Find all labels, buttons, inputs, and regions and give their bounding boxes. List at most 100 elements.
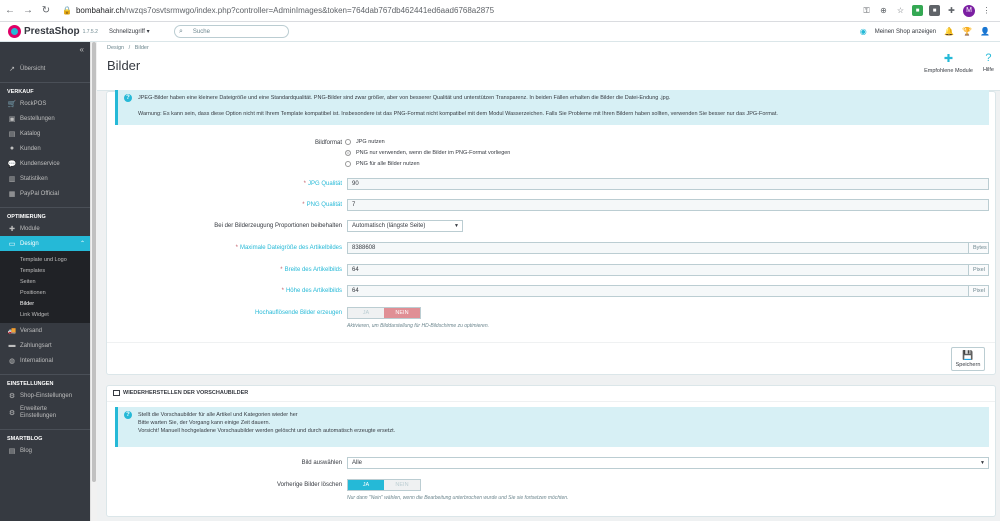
key-icon[interactable]: ⚿ — [861, 5, 872, 16]
recommended-modules-button[interactable]: ✚ Empfohlene Module — [924, 52, 973, 74]
jpg-quality-input[interactable]: 90 — [347, 178, 989, 190]
submenu-pages[interactable]: Seiten — [0, 276, 90, 287]
account-icon: ● — [9, 145, 15, 152]
delete-previous-label: Vorherige Bilder löschen — [276, 482, 342, 488]
sidebar-item-rockpos[interactable]: 🛒 RockPOS — [0, 96, 90, 111]
sidebar-item-payment[interactable]: ▬ Zahlungsart — [0, 338, 90, 353]
delete-previous-switch[interactable]: JA NEIN — [347, 479, 421, 491]
show-shop-link[interactable]: Meinen Shop anzeigen — [875, 29, 936, 35]
page-title: Bilder — [107, 58, 141, 73]
sidebar-section-smartblog: SMARTBLOG — [0, 429, 90, 443]
sidebar-item-design[interactable]: ▭ Design ⌃ — [0, 236, 90, 251]
regenerate-info-alert: ? Stellt die Vorschaubilder für alle Art… — [115, 407, 989, 447]
sidebar-item-customers[interactable]: ● Kunden — [0, 141, 90, 156]
image-settings-panel: ? JPEG-Bilder haben eine kleinere Dateig… — [106, 90, 996, 375]
help-icon: ? — [124, 411, 132, 419]
radio-jpg[interactable] — [345, 139, 351, 145]
submenu-positions[interactable]: Positionen — [0, 287, 90, 298]
menu-dots-icon[interactable]: ⋮ — [981, 5, 992, 16]
sidebar-section-optimierung: OPTIMIERUNG — [0, 207, 90, 221]
forward-icon[interactable]: → — [20, 5, 36, 16]
credit-card-icon: ▬ — [8, 342, 16, 349]
main-content: ? JPEG-Bilder haben eine kleinere Dateig… — [97, 90, 1000, 521]
submenu-template-logo[interactable]: Template und Logo — [0, 254, 90, 265]
sidebar-item-shop-settings[interactable]: ⚙ Shop-Einstellungen — [0, 388, 90, 403]
sidebar-item-paypal[interactable]: ▦ PayPal Official — [0, 186, 90, 201]
sidebar-item-catalog[interactable]: ▤ Katalog — [0, 126, 90, 141]
quick-access-dropdown[interactable]: Schnellzugriff ▾ — [109, 28, 174, 35]
caret-down-icon: ▼ — [980, 460, 985, 466]
submenu-link-widget[interactable]: Link Widget — [0, 309, 90, 320]
user-icon[interactable]: 👤 — [980, 27, 990, 36]
height-input[interactable]: 64 — [347, 285, 969, 297]
breadcrumb-images: Bilder — [134, 45, 149, 51]
width-input[interactable]: 64 — [347, 264, 969, 276]
chat-icon: 💬 — [7, 160, 17, 168]
save-button[interactable]: 💾 Speichern — [951, 347, 985, 371]
sidebar-item-customer-service[interactable]: 💬 Kundenservice — [0, 156, 90, 171]
back-icon[interactable]: ← — [2, 5, 18, 16]
delete-help: Nur dann "Nein" wählen, wenn die Bearbei… — [347, 495, 569, 501]
png-quality-input[interactable]: 7 — [347, 199, 989, 211]
help-icon: ? — [985, 52, 992, 64]
sidebar-item-modules[interactable]: ✚ Module — [0, 221, 90, 236]
sidebar-item-overview[interactable]: ↗ Übersicht — [0, 61, 90, 76]
star-icon[interactable]: ☆ — [895, 5, 906, 16]
eye-icon[interactable]: ◉ — [860, 27, 867, 36]
select-image-dropdown[interactable]: Alle ▼ — [347, 457, 989, 469]
lock-icon: 🔒 — [62, 6, 72, 15]
inbox-icon: ▣ — [8, 115, 16, 123]
delete-switch-no[interactable]: NEIN — [384, 480, 420, 490]
max-size-label: Maximale Dateigröße des Artikelbildes — [239, 245, 342, 251]
radio-png-if-png[interactable] — [345, 150, 351, 156]
width-label: Breite des Artikelbilds — [284, 267, 342, 273]
extensions-puzzle-icon[interactable]: ✚ — [946, 5, 957, 16]
sidebar-scrollbar[interactable] — [90, 42, 97, 521]
prestashop-logo[interactable]: PrestaShop 1.7.5.2 — [8, 25, 103, 38]
breadcrumb-design[interactable]: Design — [107, 45, 124, 51]
extension-icon[interactable]: ■ — [912, 5, 923, 16]
hires-switch-yes[interactable]: JA — [348, 308, 384, 318]
trending-up-icon: ↗ — [9, 65, 15, 73]
radio-png-all[interactable] — [345, 161, 351, 167]
address-bar[interactable]: bombahair.ch/rwzqs7osvtsrmwgo/index.php?… — [76, 6, 861, 15]
sidebar-item-orders[interactable]: ▣ Bestellungen — [0, 111, 90, 126]
help-button[interactable]: ? Hilfe — [983, 52, 994, 74]
chart-icon: ▥ — [8, 175, 16, 183]
ratio-select[interactable]: Automatisch (längste Seite) ▼ — [347, 220, 463, 232]
sidebar-item-advanced-settings[interactable]: ⚙ Erweiterte Einstellungen — [0, 403, 90, 423]
settings-icon: ⚙ — [8, 392, 16, 400]
panel-heading: WIEDERHERSTELLEN DER VORSCHAUBILDER — [113, 390, 248, 396]
trophy-icon[interactable]: 🏆 — [962, 27, 972, 36]
picture-icon — [113, 390, 120, 396]
reload-icon[interactable]: ↻ — [38, 5, 54, 16]
search-icon: ⌕ — [179, 27, 183, 35]
sidebar-item-shipping[interactable]: 🚚 Versand — [0, 323, 90, 338]
format-option-jpg[interactable]: JPG nutzen — [345, 139, 385, 145]
format-option-png-if-png[interactable]: PNG nur verwenden, wenn die Bilder im PN… — [345, 150, 510, 156]
page-header: Design / Bilder Bilder ✚ Empfohlene Modu… — [97, 42, 1000, 91]
paypal-icon: ▦ — [8, 190, 16, 198]
notifications-icon[interactable]: 🔔 — [944, 27, 954, 36]
extension-icon-2[interactable]: ■ — [929, 5, 940, 16]
max-size-input[interactable]: 8388608 — [347, 242, 969, 254]
logo-mark-icon — [8, 25, 21, 38]
admin-header: PrestaShop 1.7.5.2 Schnellzugriff ▾ ⌕ Su… — [0, 22, 1000, 42]
search-input[interactable]: ⌕ Suche — [174, 25, 289, 38]
profile-avatar[interactable]: M — [963, 4, 975, 17]
sidebar-item-stats[interactable]: ▥ Statistiken — [0, 171, 90, 186]
hires-switch-no[interactable]: NEIN — [384, 308, 420, 318]
collapse-sidebar-icon[interactable]: « — [0, 42, 90, 55]
format-option-png-all[interactable]: PNG für alle Bilder nutzen — [345, 161, 420, 167]
hires-help: Aktivieren, um Bilddarstellung für HD-Bi… — [347, 323, 489, 329]
delete-switch-yes[interactable]: JA — [348, 480, 384, 490]
submenu-images[interactable]: Bilder — [0, 298, 90, 309]
heading-divider — [107, 401, 995, 402]
hires-switch[interactable]: JA NEIN — [347, 307, 421, 319]
zoom-icon[interactable]: ⊕ — [878, 5, 889, 16]
submenu-templates[interactable]: Templates — [0, 265, 90, 276]
globe-icon: ◍ — [8, 357, 16, 365]
sidebar-item-blog[interactable]: ▤ Blog — [0, 443, 90, 458]
sidebar-item-international[interactable]: ◍ International — [0, 353, 90, 368]
scroll-thumb[interactable] — [92, 42, 96, 482]
